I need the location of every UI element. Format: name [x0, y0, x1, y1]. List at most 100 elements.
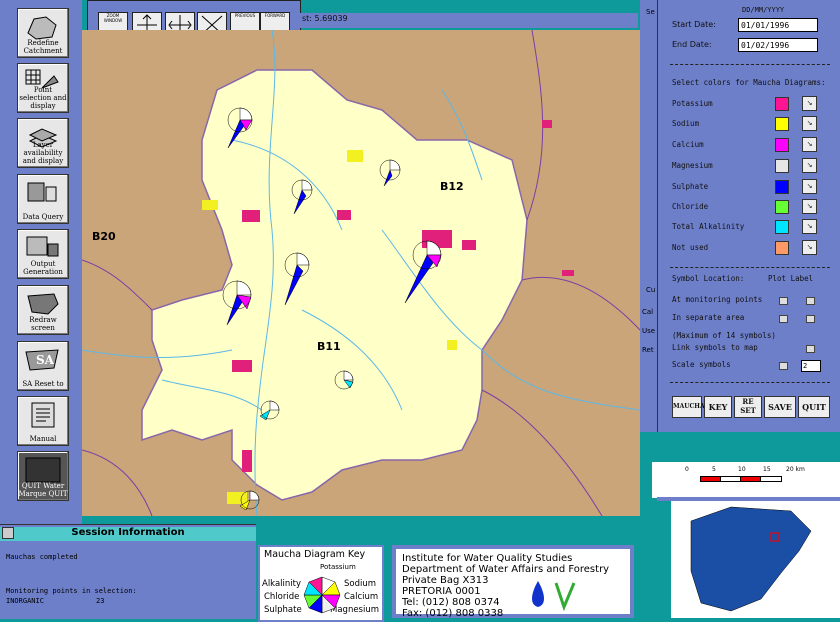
institute-line-1: Institute for Water Quality Studies — [402, 553, 573, 564]
color-pick-calcium[interactable]: ↘ — [802, 137, 817, 152]
reset-button[interactable]: RE SET — [734, 396, 762, 418]
plot-label-header: Plot Label — [768, 274, 814, 283]
divider — [670, 382, 830, 383]
redraw-screen-button[interactable]: Redraw screen — [17, 285, 69, 335]
at-points-checkbox[interactable] — [779, 297, 788, 305]
scale-tick-0: 0 — [685, 466, 689, 473]
scale-segment — [700, 476, 722, 482]
session-title-bar[interactable]: Session Information — [0, 527, 256, 541]
svg-text:SA: SA — [36, 353, 55, 367]
side-label-3: Cal — [642, 308, 654, 316]
panel-side-strip: Se Cu Cal Use Ret — [640, 0, 657, 432]
swatch-potassium[interactable] — [775, 97, 789, 111]
symbol-location-label: Symbol Location: — [672, 274, 745, 283]
inset-map[interactable] — [657, 497, 840, 618]
maucha-settings-panel: DD/MM/YYYY Start Date: End Date: Select … — [657, 0, 840, 432]
map-canvas[interactable]: B12 B20 B11 — [82, 30, 640, 516]
window-menu-icon[interactable] — [2, 527, 14, 539]
quit-label: QUIT Water Marque QUIT — [18, 482, 68, 498]
swatch-not-used[interactable] — [775, 241, 789, 255]
session-line-3-value: 23 — [96, 597, 105, 605]
status-bar: st: 5.69039 — [300, 13, 638, 28]
catchment-map: B12 B20 B11 — [82, 30, 640, 516]
maucha-key-diagram — [303, 576, 341, 614]
session-line-2: Monitoring points in selection: — [6, 587, 137, 595]
side-label-2: Cu — [646, 286, 656, 294]
data-query-icon — [27, 182, 57, 202]
session-line-1: Mauchas completed — [6, 553, 78, 561]
maucha-button[interactable]: MAUCHA — [672, 396, 705, 418]
reset-sa-button[interactable]: SA SA Reset to — [17, 341, 69, 391]
scale-segment — [760, 476, 782, 482]
catchment-map-icon — [27, 16, 57, 40]
key-sodium: Sodium — [344, 579, 377, 589]
panel-quit-button[interactable]: QUIT — [798, 396, 830, 418]
divider — [670, 64, 830, 65]
quit-button[interactable]: QUIT Water Marque QUIT — [17, 451, 69, 501]
start-date-input[interactable] — [738, 18, 818, 32]
colors-title: Select colors for Maucha Diagrams: — [672, 78, 826, 87]
swatch-total-alkalinity[interactable] — [775, 220, 789, 234]
scale-tick-3: 15 — [763, 466, 771, 473]
scale-tick-2: 10 — [738, 466, 746, 473]
redefine-catchment-button[interactable]: Redefine Catchment — [17, 8, 69, 58]
side-label-5: Ret — [642, 346, 654, 354]
zoom-window-label: ZOOM WINDOW — [103, 13, 123, 23]
date-format-hint: DD/MM/YYYY — [742, 6, 785, 14]
scale-segment — [720, 476, 742, 482]
session-info-window: Session Information Mauchas completed Mo… — [0, 524, 256, 619]
layer-availability-button[interactable]: Layer availability and display — [17, 118, 69, 168]
color-pick-not-used[interactable]: ↘ — [802, 240, 817, 255]
save-button[interactable]: SAVE — [764, 396, 796, 418]
separate-area-label-checkbox[interactable] — [806, 315, 815, 323]
scale-value-input[interactable] — [801, 360, 821, 372]
scale-symbols-checkbox[interactable] — [779, 362, 788, 370]
institute-line-4: PRETORIA 0001 — [402, 586, 481, 597]
divider — [670, 267, 830, 268]
swatch-chloride[interactable] — [775, 200, 789, 214]
ion-label-magnesium: Magnesium — [672, 161, 713, 170]
ion-label-potassium: Potassium — [672, 99, 713, 108]
color-pick-chloride[interactable]: ↘ — [802, 199, 817, 214]
color-pick-total-alkalinity[interactable]: ↘ — [802, 219, 817, 234]
key-chloride: Chloride — [264, 592, 300, 602]
output-generation-button[interactable]: Output Generation — [17, 229, 69, 279]
key-calcium: Calcium — [344, 592, 379, 602]
redraw-screen-label: Redraw screen — [29, 316, 57, 332]
separate-area-checkbox[interactable] — [779, 315, 788, 323]
point-selection-button[interactable]: Point selection and display — [17, 63, 69, 113]
separate-area-label: In separate area — [672, 313, 745, 322]
layer-availability-label: Layer availability and display — [22, 141, 64, 165]
ion-label-chloride: Chloride — [672, 202, 709, 211]
swatch-sodium[interactable] — [775, 117, 789, 131]
color-pick-sodium[interactable]: ↘ — [802, 116, 817, 131]
manual-button[interactable]: Manual — [17, 396, 69, 446]
ion-label-sulphate: Sulphate — [672, 182, 709, 191]
color-pick-magnesium[interactable]: ↘ — [802, 158, 817, 173]
scale-bar: 0 5 10 15 20 km — [652, 462, 840, 498]
institute-line-6: Fax: (012) 808 0338 — [402, 608, 504, 619]
end-date-label: End Date: — [672, 40, 712, 49]
key-title: Maucha Diagram Key — [264, 549, 366, 560]
swatch-magnesium[interactable] — [775, 159, 789, 173]
key-button[interactable]: KEY — [704, 396, 732, 418]
scale-tick-1: 5 — [712, 466, 716, 473]
data-query-label: Data Query — [22, 213, 64, 221]
inset-border — [657, 501, 671, 618]
manual-icon — [31, 402, 55, 428]
link-symbols-checkbox[interactable] — [806, 345, 815, 353]
color-pick-sulphate[interactable]: ↘ — [802, 179, 817, 194]
max-symbols-note: (Maximum of 14 symbols) — [672, 331, 776, 340]
institute-line-5: Tel: (012) 808 0374 — [402, 597, 500, 608]
end-date-input[interactable] — [738, 38, 818, 52]
swatch-sulphate[interactable] — [775, 180, 789, 194]
color-pick-potassium[interactable]: ↘ — [802, 96, 817, 111]
scale-segment — [740, 476, 762, 482]
reset-sa-icon: SA — [25, 349, 59, 371]
dwaf-logo-icon — [532, 581, 576, 612]
at-points-label-checkbox[interactable] — [806, 297, 815, 305]
manual-label: Manual — [29, 435, 57, 443]
data-query-button[interactable]: Data Query — [17, 174, 69, 224]
swatch-calcium[interactable] — [775, 138, 789, 152]
label-b20: B20 — [92, 230, 116, 243]
